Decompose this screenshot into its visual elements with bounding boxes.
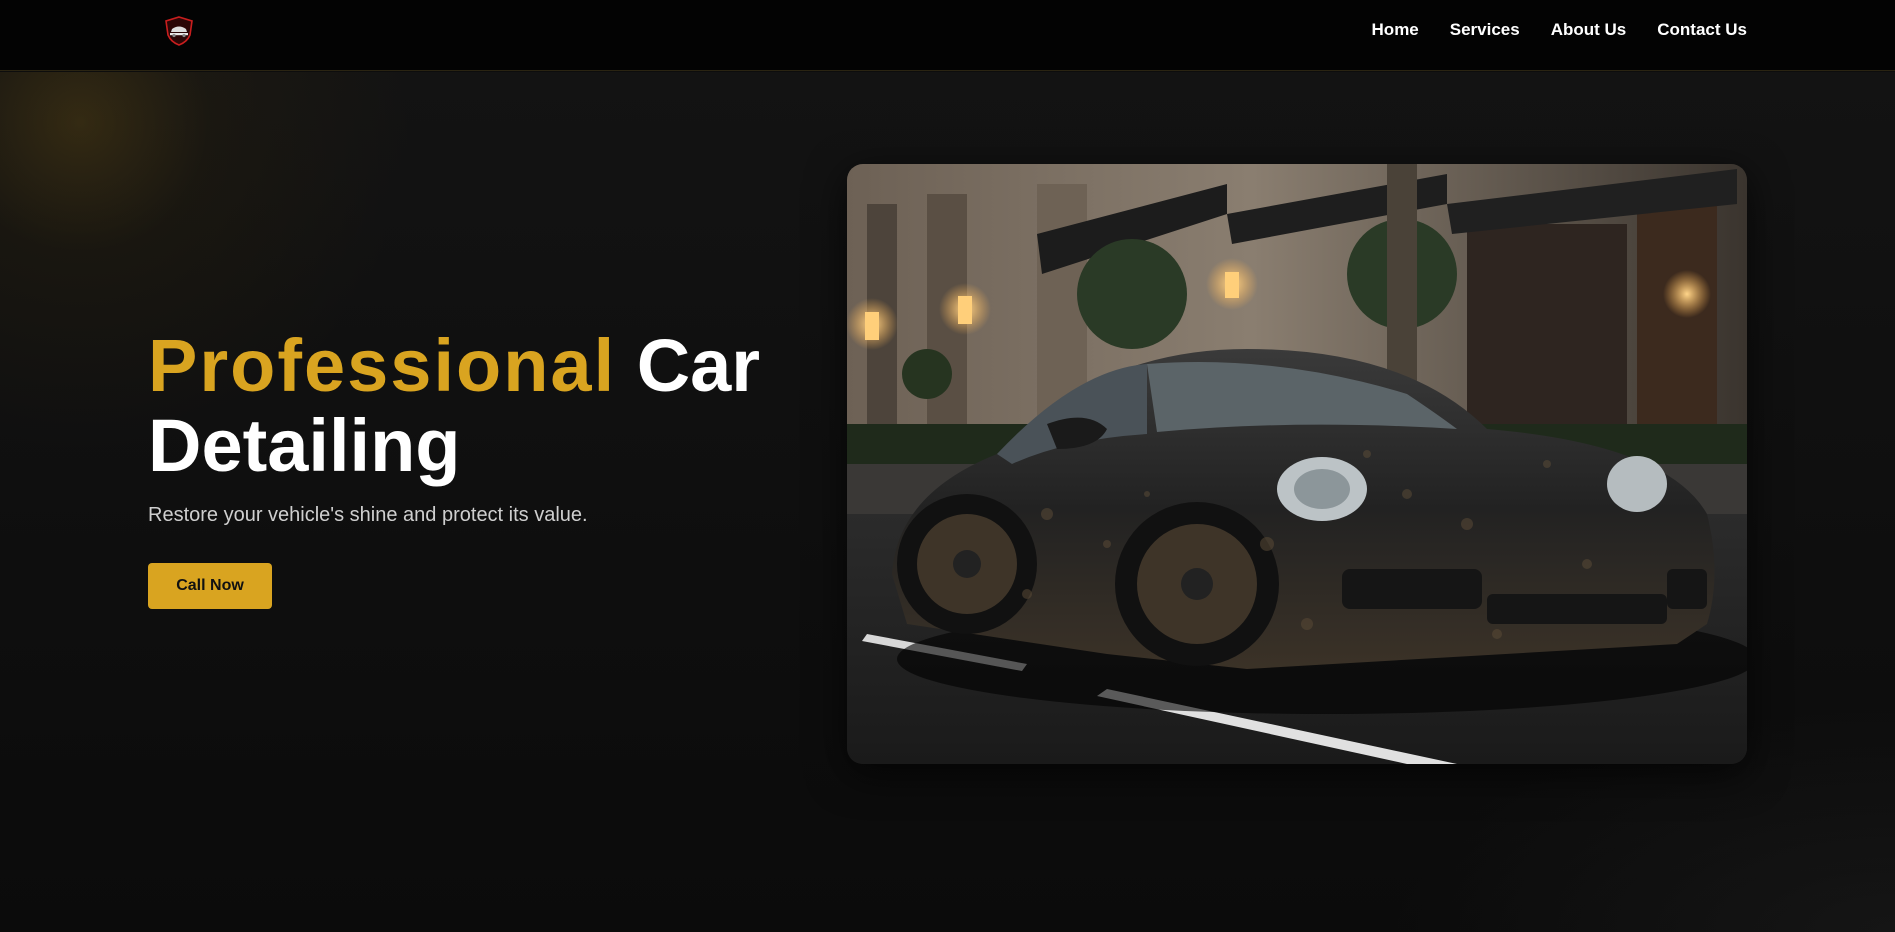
logo-shield-icon[interactable] xyxy=(163,16,195,46)
headline-accent: Professional xyxy=(148,324,617,407)
hero-subtitle: Restore your vehicle's shine and protect… xyxy=(148,504,588,526)
hero-section: Professional Car Detailing Restore your … xyxy=(0,72,1895,932)
call-now-button[interactable]: Call Now xyxy=(148,563,272,609)
main-nav: Home Services About Us Contact Us xyxy=(1372,0,1747,60)
car-illustration xyxy=(847,164,1747,764)
hero-headline: Professional Car Detailing xyxy=(148,326,828,486)
navbar: Home Services About Us Contact Us xyxy=(0,0,1895,71)
nav-link-home[interactable]: Home xyxy=(1372,20,1419,40)
nav-link-about-us[interactable]: About Us xyxy=(1551,20,1627,40)
nav-link-contact-us[interactable]: Contact Us xyxy=(1657,20,1747,40)
nav-link-services[interactable]: Services xyxy=(1450,20,1520,40)
hero-car-image xyxy=(847,164,1747,764)
